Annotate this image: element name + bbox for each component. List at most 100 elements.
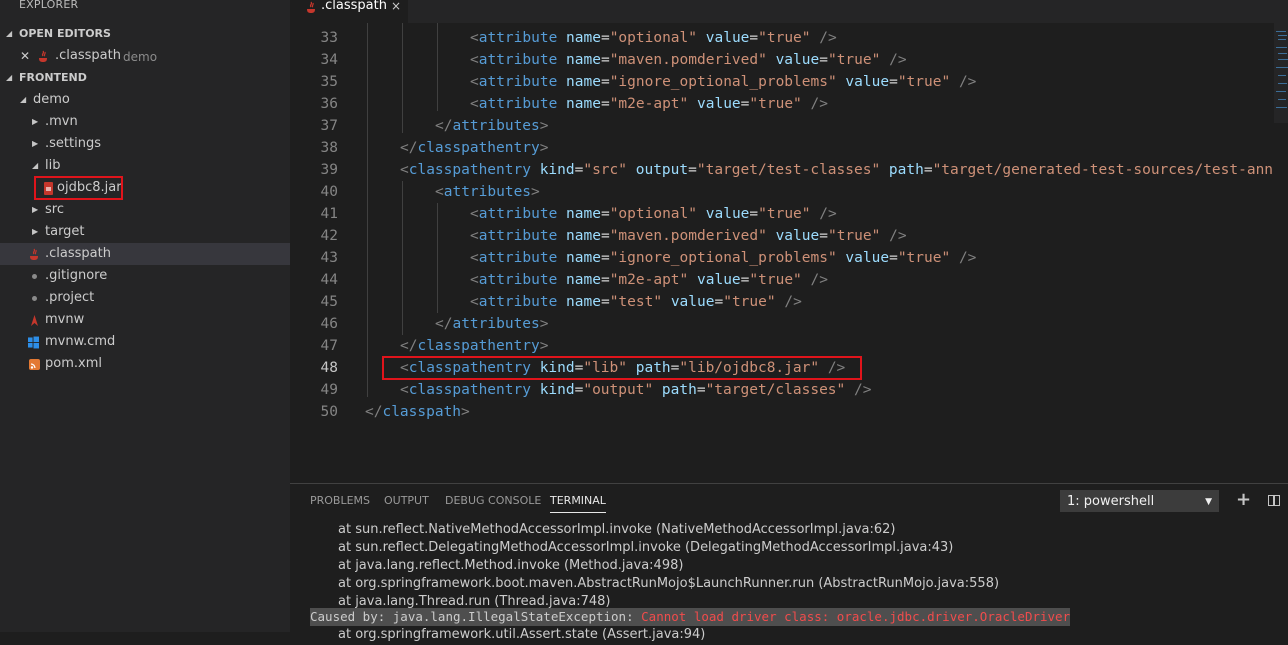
line-number: 47 — [320, 338, 338, 354]
terminal-line: at org.springframework.boot.maven.Abstra… — [338, 576, 1000, 591]
indent-guide — [367, 23, 368, 397]
code-line: </attributes> — [435, 316, 549, 332]
tree-item-label: pom.xml — [45, 356, 102, 371]
tree-item-project[interactable]: .project — [0, 287, 290, 309]
code-line: <attribute name="maven.pomderived" value… — [470, 228, 907, 244]
explorer-title: EXPLORER — [19, 0, 79, 11]
tree-item-settings[interactable]: ▶ .settings — [0, 133, 290, 155]
line-number: 50 — [320, 404, 338, 420]
split-terminal-icon[interactable] — [1268, 495, 1280, 506]
tree-item-mvnw[interactable]: mvnw — [0, 309, 290, 331]
code-line: </classpathentry> — [400, 338, 549, 354]
line-number: 34 — [320, 52, 338, 68]
tree-item-label: target — [45, 224, 85, 239]
java-file-icon — [30, 248, 38, 260]
editor-tab-bar: .classpath × — [290, 0, 1288, 23]
tree-item-label: .classpath — [45, 246, 111, 261]
code-line: <attribute name="ignore_optional_problem… — [470, 250, 977, 266]
highlight-box-lib-entry — [382, 356, 862, 380]
tab-output[interactable]: OUTPUT — [384, 494, 429, 507]
tree-item-lib[interactable]: ◢ lib — [0, 155, 290, 177]
line-number: 48 — [320, 360, 338, 376]
chevron-right-icon: ▶ — [32, 139, 39, 148]
tree-item-label: demo — [33, 92, 70, 107]
line-number: 49 — [320, 382, 338, 398]
close-icon[interactable]: ✕ — [20, 45, 30, 67]
tree-item-gitignore[interactable]: .gitignore — [0, 265, 290, 287]
code-line: <classpathentry kind="src" output="targe… — [400, 162, 1274, 178]
code-line: <attribute name="optional" value="true" … — [470, 206, 837, 222]
maven-icon — [31, 315, 38, 326]
terminal-select[interactable]: 1: powershell ▼ — [1060, 490, 1219, 512]
error-line: Caused by: java.lang.IllegalStateExcepti… — [310, 608, 1071, 626]
terminal-line: at sun.reflect.DelegatingMethodAccessorI… — [338, 540, 954, 555]
chevron-right-icon: ▶ — [32, 117, 39, 126]
line-number: 36 — [320, 96, 338, 112]
code-line: <attribute name="test" value="true" /> — [470, 294, 802, 310]
tree-item-target[interactable]: ▶ target — [0, 221, 290, 243]
error-prefix: Caused by: java.lang.IllegalStateExcepti… — [310, 609, 642, 624]
open-editor-item[interactable]: ✕ .classpath demo — [0, 45, 290, 67]
code-line: <attributes> — [435, 184, 540, 200]
tree-item-label: .mvn — [45, 114, 78, 129]
indent-guide — [402, 23, 403, 133]
tab-classpath[interactable]: .classpath × — [290, 0, 408, 23]
tree-item-pom-xml[interactable]: pom.xml — [0, 353, 290, 375]
file-icon — [32, 296, 37, 301]
tree-item-label: mvnw — [45, 312, 85, 327]
chevron-down-icon: ◢ — [6, 29, 13, 38]
line-number: 40 — [320, 184, 338, 200]
code-line: <attribute name="maven.pomderived" value… — [470, 52, 907, 68]
code-line: </classpath> — [365, 404, 470, 420]
open-editors-header[interactable]: ◢ OPEN EDITORS — [0, 24, 290, 44]
file-icon — [32, 274, 37, 279]
tree-item-mvn[interactable]: ▶ .mvn — [0, 111, 290, 133]
line-number: 46 — [320, 316, 338, 332]
tab-terminal[interactable]: TERMINAL — [550, 494, 606, 513]
code-line: </attributes> — [435, 118, 549, 134]
chevron-down-icon: ◢ — [6, 73, 13, 82]
tree-item-label: .gitignore — [45, 268, 108, 283]
terminal-line: at sun.reflect.NativeMethodAccessorImpl.… — [338, 522, 896, 537]
line-number: 35 — [320, 74, 338, 90]
close-icon[interactable]: × — [391, 0, 401, 14]
code-line: <classpathentry kind="output" path="targ… — [400, 382, 872, 398]
chevron-down-icon: ▼ — [1205, 497, 1212, 507]
folder-title: FRONTEND — [19, 71, 87, 84]
line-number: 41 — [320, 206, 338, 222]
frontend-folder-header[interactable]: ◢ FRONTEND — [0, 68, 290, 88]
java-file-icon — [39, 50, 47, 62]
tree-item-demo[interactable]: ◢ demo — [0, 89, 290, 111]
minimap[interactable] — [1274, 23, 1288, 123]
add-terminal-icon[interactable]: + — [1236, 489, 1251, 510]
explorer-sidebar: EXPLORER ◢ OPEN EDITORS ✕ .classpath dem… — [0, 0, 290, 632]
tree-item-label: .project — [45, 290, 95, 305]
terminal-line: at java.lang.reflect.Method.invoke (Meth… — [338, 558, 684, 573]
tree-item-mvnw-cmd[interactable]: mvnw.cmd — [0, 331, 290, 353]
chevron-down-icon: ◢ — [32, 161, 39, 170]
tab-debug-console[interactable]: DEBUG CONSOLE — [445, 494, 541, 507]
tree-item-src[interactable]: ▶ src — [0, 199, 290, 221]
open-editors-title: OPEN EDITORS — [19, 27, 111, 40]
tab-problems[interactable]: PROBLEMS — [310, 494, 370, 507]
code-line: <attribute name="m2e-apt" value="true" /… — [470, 272, 828, 288]
tree-item-label: mvnw.cmd — [45, 334, 116, 349]
code-line: <attribute name="m2e-apt" value="true" /… — [470, 96, 828, 112]
line-number: 33 — [320, 30, 338, 46]
indent-guide — [437, 203, 438, 313]
code-line: <attribute name="ignore_optional_problem… — [470, 74, 977, 90]
tree-item-label: lib — [45, 158, 61, 173]
highlight-box-ojdbc8 — [34, 176, 123, 200]
indent-guide — [437, 23, 438, 111]
line-number: 43 — [320, 250, 338, 266]
rss-icon — [29, 359, 40, 370]
chevron-down-icon: ◢ — [20, 95, 27, 104]
code-editor[interactable]: 33 34 35 36 37 38 39 40 41 42 43 44 45 46 47 48 49 50 <at… — [290, 23, 1288, 483]
line-number: 45 — [320, 294, 338, 310]
line-number: 39 — [320, 162, 338, 178]
chevron-right-icon: ▶ — [32, 227, 39, 236]
tree-item-label: src — [45, 202, 64, 217]
tree-item-classpath[interactable]: .classpath — [0, 243, 290, 265]
open-editor-name: .classpath — [55, 48, 121, 63]
line-number: 37 — [320, 118, 338, 134]
